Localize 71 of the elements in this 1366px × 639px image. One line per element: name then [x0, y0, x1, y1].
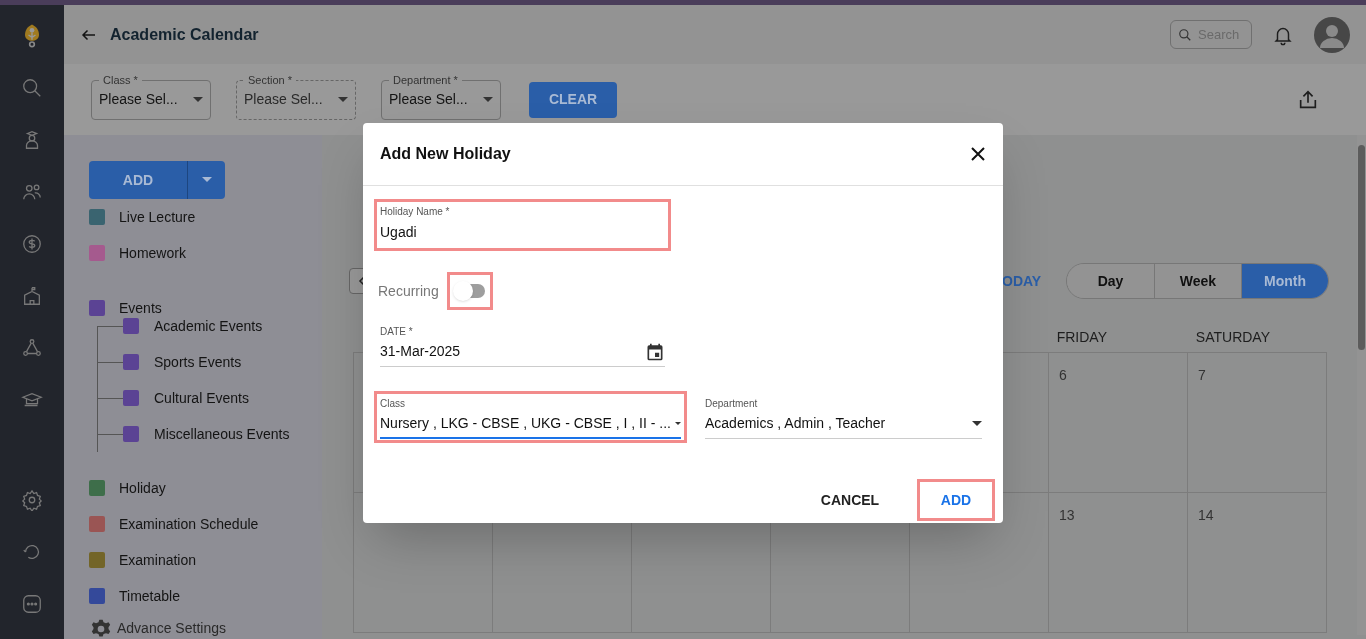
input-field[interactable]: Holiday Name * Ugadi: [378, 203, 667, 247]
field-label: Recurring: [378, 281, 439, 301]
add-split-button[interactable]: ADD: [89, 161, 225, 199]
legend-label: Miscellaneous Events: [154, 424, 290, 444]
legend-label: Live Lecture: [119, 207, 196, 227]
legend-label: Holiday: [119, 478, 166, 498]
view-tab[interactable]: Month: [1241, 264, 1328, 298]
calendar-icon[interactable]: [645, 341, 665, 362]
avatar[interactable]: [1314, 16, 1350, 53]
close-icon[interactable]: [970, 146, 986, 162]
day-number: 13: [1059, 507, 1075, 523]
legend-label: Homework: [119, 243, 186, 263]
field-label: Section *: [244, 73, 297, 86]
weekday-header: FRIDAY: [1056, 329, 1107, 345]
field-label: Department *: [389, 73, 462, 86]
dropdown-value: Please Sel...: [389, 90, 469, 110]
dropdown-value: Please Sel...: [244, 90, 324, 110]
select-field[interactable]: Department Academics , Admin , Teacher: [703, 395, 984, 439]
select-field[interactable]: Class Nursery , LKG - CBSE , UKG - CBSE , I , II - ...: [378, 395, 683, 439]
search-icon[interactable]: [21, 77, 43, 99]
field-value: Nursery , LKG - CBSE , UKG - CBSE , I , II - ...: [380, 413, 671, 433]
page-title: Academic Calendar: [110, 24, 259, 45]
nodes-icon[interactable]: [21, 337, 43, 359]
calendar-cell[interactable]: 14: [1188, 493, 1327, 633]
dialog-title: Add New Holiday: [380, 144, 511, 164]
caret-icon: [483, 97, 493, 103]
legend-label: Sports Events: [154, 352, 242, 372]
settings-icon[interactable]: [91, 618, 111, 639]
scrollbar[interactable]: [1357, 135, 1366, 635]
legend-label: Academic Events: [154, 316, 263, 336]
legend-label: Cultural Events: [154, 388, 249, 408]
day-number: 7: [1198, 367, 1206, 383]
field-value: 31-Mar-2025: [380, 342, 462, 361]
add-button[interactable]: ADD: [89, 161, 187, 199]
field-label: Holiday Name *: [380, 207, 451, 217]
view-tab[interactable]: Week: [1154, 264, 1241, 298]
share-icon[interactable]: [1297, 88, 1319, 111]
calendar-cell[interactable]: 7: [1188, 353, 1327, 493]
search-icon: [1178, 28, 1192, 43]
field-label: Class *: [99, 73, 142, 86]
caret-icon: [193, 97, 203, 103]
chat-icon[interactable]: [21, 593, 43, 615]
day-number: 6: [1059, 367, 1067, 383]
caret-icon: [674, 420, 681, 426]
field-value: Academics , Admin , Teacher: [705, 414, 887, 433]
caret-icon: [338, 97, 348, 103]
dollar-icon[interactable]: [21, 233, 43, 255]
chevron-left-icon: [358, 276, 366, 286]
calendar-cell[interactable]: 6: [1049, 353, 1188, 493]
caret-icon: [201, 177, 212, 183]
date-field[interactable]: DATE * 31-Mar-2025: [378, 323, 667, 367]
add-button[interactable]: ADD: [920, 482, 992, 518]
field-label: Class: [380, 399, 406, 409]
calendar-cell[interactable]: 13: [1049, 493, 1188, 633]
settings-icon[interactable]: [21, 489, 43, 511]
field-label: DATE *: [380, 327, 414, 337]
weekday-header: SATURDAY: [1195, 329, 1270, 345]
field-label: Department: [705, 399, 759, 409]
day-number: 14: [1198, 507, 1214, 523]
advance-settings-link[interactable]: Advance Settings: [117, 618, 226, 639]
school-icon[interactable]: [21, 285, 43, 307]
legend-label: Examination: [119, 550, 197, 570]
caret-icon: [972, 421, 982, 426]
legend-label: Timetable: [119, 586, 180, 606]
view-tab[interactable]: Day: [1067, 264, 1154, 298]
legend-label: Examination Schedule: [119, 514, 259, 534]
legend-label: Events: [119, 298, 162, 318]
clear-button[interactable]: CLEAR: [529, 81, 617, 118]
field-value: Ugadi: [380, 222, 418, 242]
dropdown-value: Please Sel...: [99, 90, 179, 110]
cancel-button[interactable]: CANCEL: [814, 482, 886, 518]
